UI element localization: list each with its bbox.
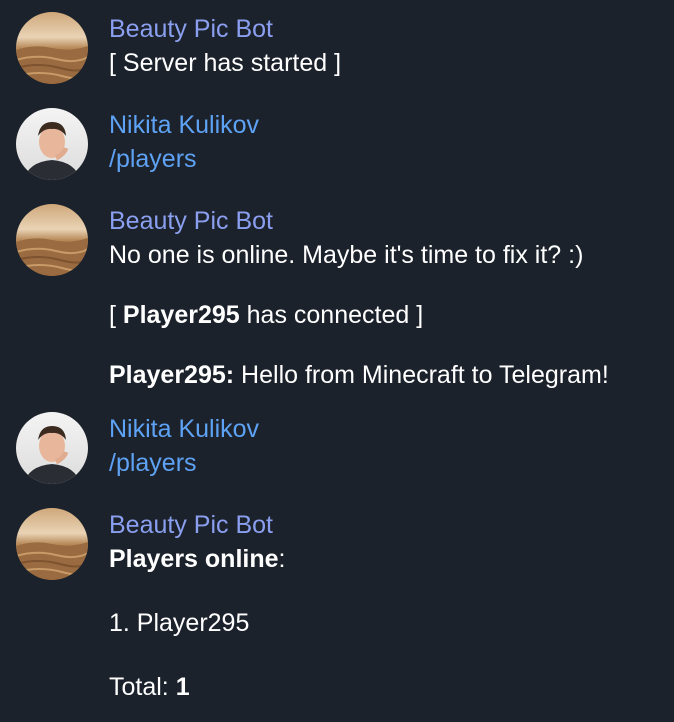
players-command-link[interactable]: /players	[109, 142, 669, 176]
connect-rest: has connected ]	[239, 301, 424, 329]
sender-name[interactable]: Beauty Pic Bot	[109, 12, 669, 46]
desert-dunes-avatar[interactable]	[16, 508, 88, 580]
players-online-label: Players online	[109, 545, 279, 573]
player-list-item: 1. Player295	[109, 609, 250, 637]
desert-dunes-avatar[interactable]	[16, 204, 88, 276]
total-value: 1	[175, 673, 190, 701]
chat-relay-line: Player295: Hello from Minecraft to Teleg…	[109, 358, 669, 392]
sender-name[interactable]: Nikita Kulikov	[109, 412, 669, 446]
user-photo-avatar[interactable]	[16, 412, 88, 484]
colon: :	[278, 545, 286, 573]
user-photo-avatar[interactable]	[16, 108, 88, 180]
sender-name[interactable]: Nikita Kulikov	[109, 108, 669, 142]
total-label: Total:	[109, 673, 176, 701]
sender-name[interactable]: Beauty Pic Bot	[109, 204, 669, 238]
message-text: No one is online. Maybe it's time to fix…	[109, 241, 584, 269]
message-text: [ Server has started ]	[109, 49, 342, 77]
connect-open: [	[109, 301, 123, 329]
total-line: Total: 1	[109, 670, 669, 704]
connect-player-name: Player295	[122, 301, 240, 329]
chat-text: Hello from Minecraft to Telegram!	[234, 361, 609, 389]
connect-notice: [ Player295 has connected ]	[109, 298, 669, 332]
players-command-link[interactable]: /players	[109, 446, 669, 480]
chat-player-name: Player295:	[109, 361, 235, 389]
sender-name[interactable]: Beauty Pic Bot	[109, 508, 669, 542]
desert-dunes-avatar[interactable]	[16, 12, 88, 84]
players-online-heading: Players online:	[109, 542, 669, 576]
